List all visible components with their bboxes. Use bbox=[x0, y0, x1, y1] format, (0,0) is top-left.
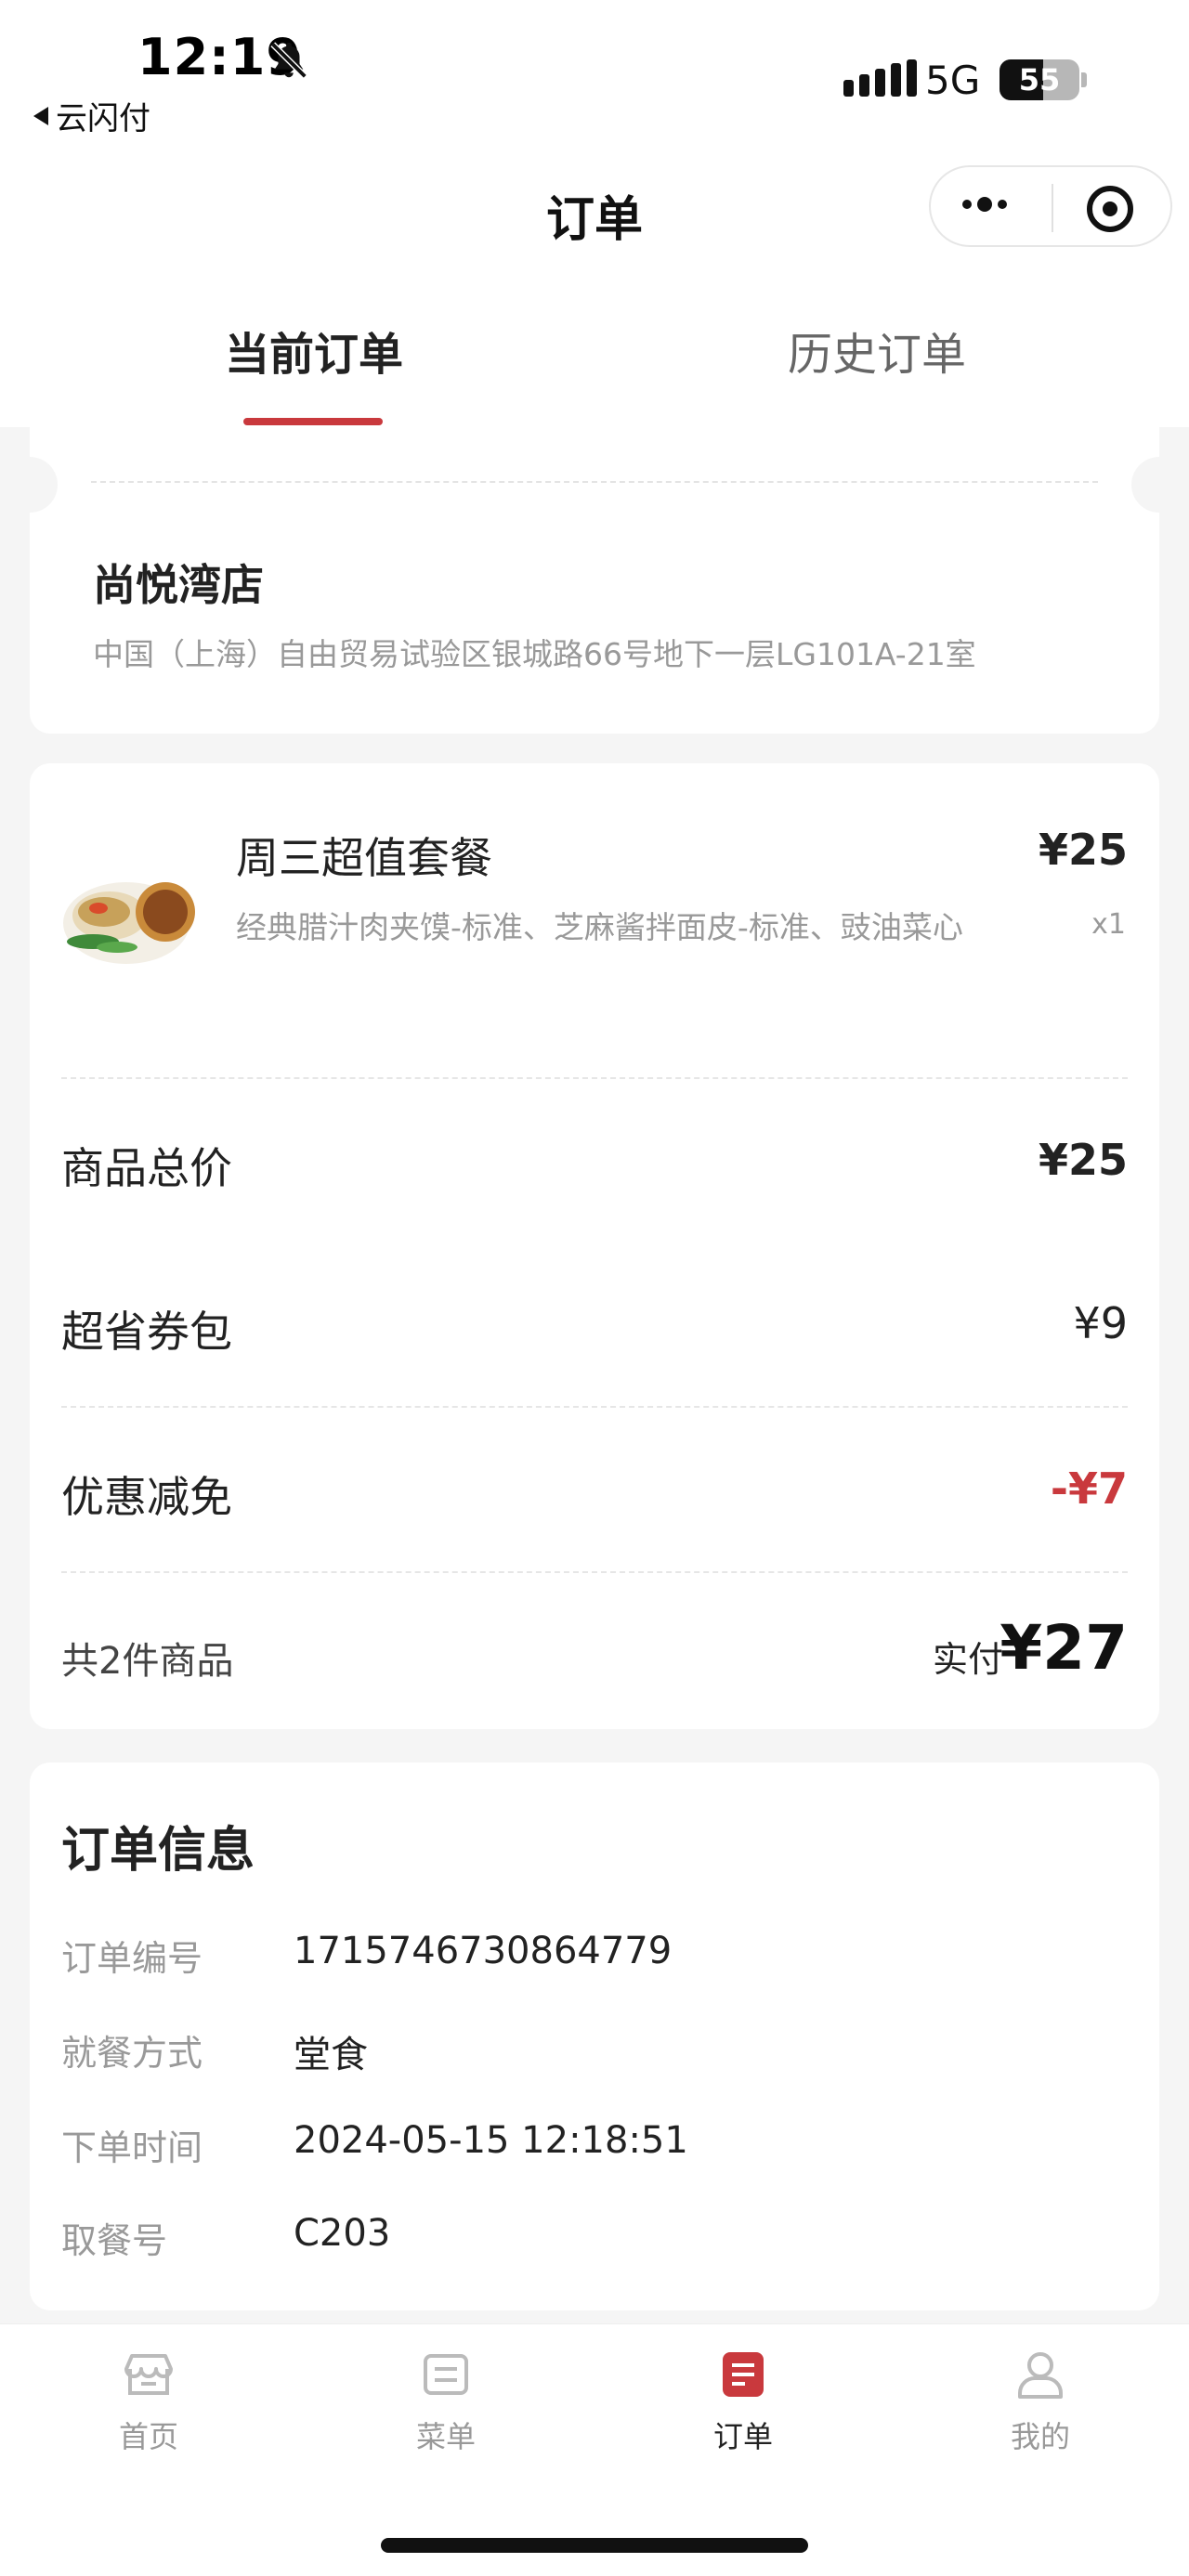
bell-muted-icon bbox=[270, 42, 307, 79]
tabbar-item-orders[interactable]: 订单 bbox=[669, 2345, 817, 2456]
miniprogram-capsule bbox=[929, 165, 1172, 247]
coupon-pack-label: 超省券包 bbox=[61, 1307, 232, 1357]
tabbar-label-profile: 我的 bbox=[1010, 2419, 1070, 2454]
divider bbox=[61, 1571, 1128, 1573]
coupon-pack-value: ¥9 bbox=[1073, 1298, 1128, 1348]
battery-level: 55 bbox=[1018, 62, 1061, 98]
order-icon bbox=[723, 2352, 764, 2397]
order-info-title: 订单信息 bbox=[61, 1823, 255, 1879]
profile-icon bbox=[1018, 2352, 1063, 2399]
item-quantity: x1 bbox=[1091, 908, 1126, 941]
status-bar: 12:19 云闪付 5G 55 bbox=[0, 0, 1189, 158]
tabbar-label-menu: 菜单 bbox=[415, 2419, 476, 2454]
network-type: 5G bbox=[925, 58, 981, 103]
tabbar-item-menu[interactable]: 菜单 bbox=[372, 2345, 520, 2456]
store-address: 中国（上海）自由贸易试验区银城路66号地下一层LG101A-21室 bbox=[93, 636, 976, 672]
item-count: 共2件商品 bbox=[61, 1640, 234, 1683]
order-tabs: 当前订单 历史订单 bbox=[0, 269, 1189, 427]
back-to-app-link[interactable]: 云闪付 bbox=[33, 93, 150, 138]
paid-amount: ¥27 bbox=[1000, 1612, 1128, 1684]
home-indicator[interactable] bbox=[381, 2538, 808, 2553]
store-icon bbox=[124, 2354, 173, 2395]
item-name: 周三超值套餐 bbox=[236, 833, 492, 883]
item-description: 经典腊汁肉夹馍-标准、芝麻酱拌面皮-标准、豉油菜心 bbox=[236, 909, 963, 945]
discount-value: -¥7 bbox=[1050, 1464, 1128, 1514]
pickup-number-label: 取餐号 bbox=[61, 2220, 168, 2261]
nav-bar: 订单 bbox=[0, 158, 1189, 269]
tab-current-orders[interactable]: 当前订单 bbox=[225, 318, 403, 383]
dining-method-value: 堂食 bbox=[294, 2034, 368, 2076]
pickup-number-value: C203 bbox=[294, 2212, 391, 2255]
signal-icon bbox=[843, 59, 917, 97]
active-tab-indicator bbox=[243, 418, 383, 425]
order-time-value: 2024-05-15 12:18:51 bbox=[294, 2119, 688, 2162]
close-miniprogram-icon[interactable] bbox=[1087, 186, 1133, 232]
tabbar-item-profile[interactable]: 我的 bbox=[966, 2345, 1115, 2456]
back-triangle-icon bbox=[33, 106, 48, 125]
ticket-notch-left bbox=[2, 457, 58, 513]
store-name: 尚悦湾店 bbox=[93, 560, 264, 610]
back-app-label: 云闪付 bbox=[56, 100, 150, 137]
tabbar-label-home: 首页 bbox=[118, 2419, 178, 2454]
order-number-label: 订单编号 bbox=[61, 1938, 203, 1979]
total-price-label: 商品总价 bbox=[61, 1143, 232, 1193]
order-number-value: 1715746730864779 bbox=[294, 1930, 673, 1972]
more-icon[interactable] bbox=[962, 197, 1007, 212]
divider bbox=[61, 1077, 1128, 1079]
menu-icon bbox=[424, 2354, 468, 2395]
order-time-label: 下单时间 bbox=[61, 2127, 203, 2168]
discount-label: 优惠减免 bbox=[61, 1472, 232, 1522]
order-detail-page: 12:19 云闪付 5G 55 订单 当前订单 历史订单 尚悦湾店 中国（上海）… bbox=[0, 0, 1189, 2576]
ticket-notch-right bbox=[1131, 457, 1187, 513]
food-image bbox=[63, 882, 195, 964]
total-price-value: ¥25 bbox=[1038, 1135, 1128, 1185]
item-price: ¥25 bbox=[1038, 825, 1128, 875]
battery-cap bbox=[1081, 72, 1087, 87]
tabbar-label-orders: 订单 bbox=[712, 2419, 773, 2454]
tab-history-orders[interactable]: 历史订单 bbox=[788, 318, 966, 383]
paid-label: 实付 bbox=[933, 1639, 1004, 1680]
divider bbox=[91, 481, 1098, 483]
battery-icon: 55 bbox=[1000, 59, 1079, 100]
dining-method-label: 就餐方式 bbox=[61, 2033, 203, 2074]
divider bbox=[61, 1406, 1128, 1408]
tabbar-item-home[interactable]: 首页 bbox=[74, 2345, 223, 2456]
